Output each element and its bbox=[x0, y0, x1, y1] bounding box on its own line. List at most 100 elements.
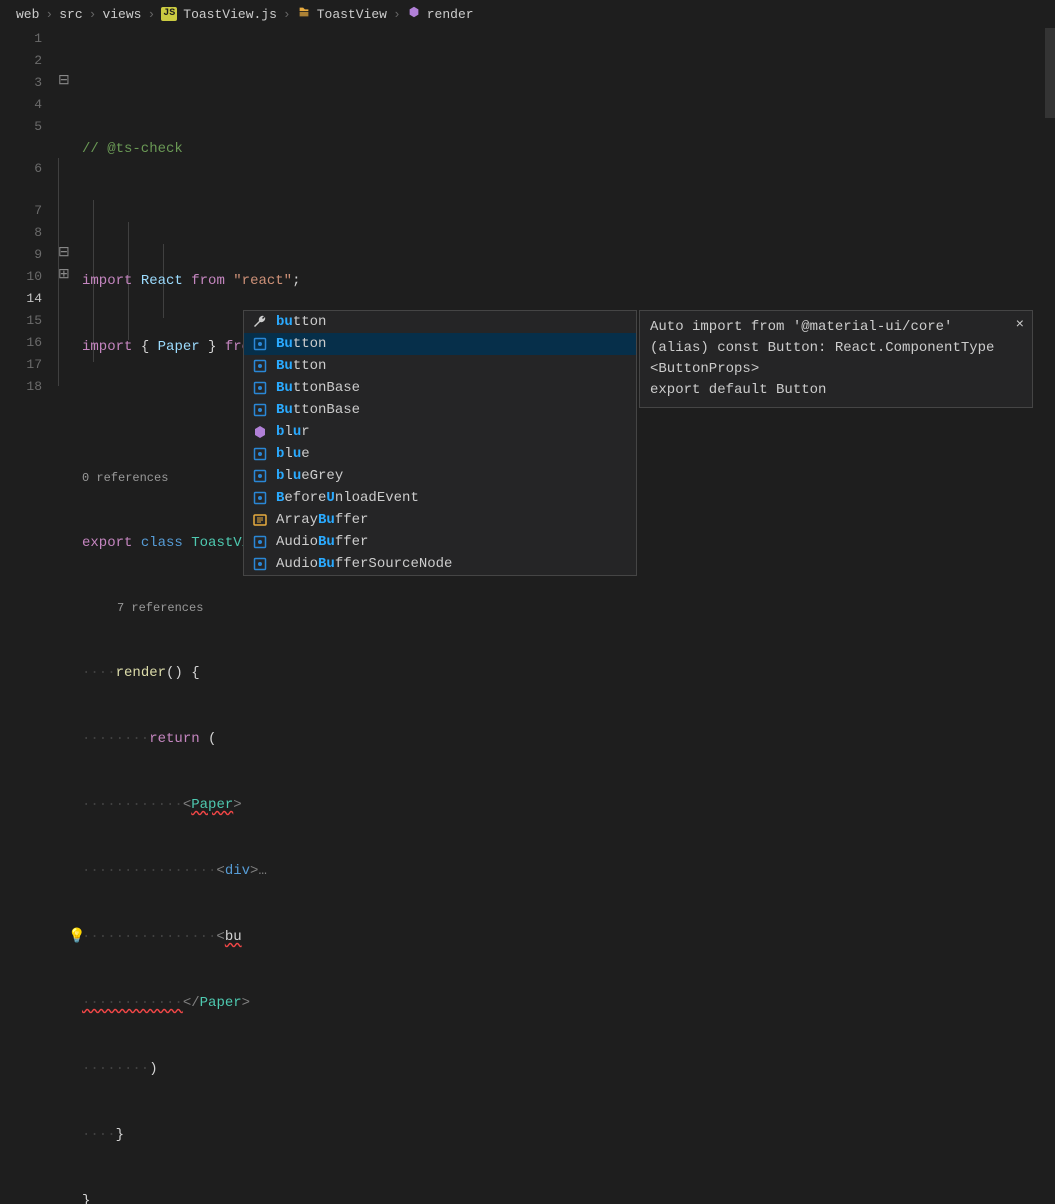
fold-collapse-icon[interactable]: ⊟ bbox=[58, 244, 70, 261]
suggestion-item[interactable]: blur bbox=[244, 421, 636, 443]
ident: Paper bbox=[158, 339, 200, 355]
punc: ) bbox=[149, 1061, 157, 1077]
brace: { bbox=[141, 339, 158, 355]
code-line: ········) bbox=[82, 1058, 1055, 1080]
suggestion-label: ButtonBase bbox=[276, 400, 628, 421]
close-icon[interactable]: × bbox=[1016, 315, 1024, 336]
line-number: 9 bbox=[0, 244, 42, 266]
kw: from bbox=[191, 273, 225, 289]
kw: import bbox=[82, 273, 132, 289]
completion-kind-icon bbox=[252, 446, 268, 462]
code-line: ············<Paper> bbox=[82, 794, 1055, 816]
jsx-tag: Paper bbox=[191, 797, 233, 813]
chevron-right-icon: › bbox=[147, 7, 155, 22]
suggestion-item[interactable]: Button bbox=[244, 355, 636, 377]
folded-indicator[interactable]: … bbox=[258, 863, 266, 879]
breadcrumb[interactable]: web › src › views › JS ToastView.js › To… bbox=[0, 0, 1055, 28]
class-symbol-icon bbox=[297, 5, 311, 23]
suggestion-label: blue bbox=[276, 444, 628, 465]
completion-kind-icon bbox=[252, 358, 268, 374]
suggestion-item[interactable]: Button bbox=[244, 333, 636, 355]
scrollbar-thumb[interactable] bbox=[1045, 28, 1055, 118]
details-line: <ButtonProps> bbox=[650, 359, 1022, 380]
suggestion-label: blur bbox=[276, 422, 628, 443]
partial-token: bu bbox=[225, 929, 242, 945]
tag-bracket: </ bbox=[183, 995, 200, 1011]
lightbulb-icon[interactable]: 💡 bbox=[68, 926, 85, 948]
tag-bracket: > bbox=[233, 797, 241, 813]
suggestion-label: Button bbox=[276, 356, 628, 377]
suggestion-item[interactable]: AudioBufferSourceNode bbox=[244, 553, 636, 575]
line-number: 18 bbox=[0, 376, 42, 398]
suggestion-item[interactable]: blueGrey bbox=[244, 465, 636, 487]
line-number: 16 bbox=[0, 332, 42, 354]
suggestion-item[interactable]: ArrayBuffer bbox=[244, 509, 636, 531]
suggestion-label: blueGrey bbox=[276, 466, 628, 487]
brace: } bbox=[200, 339, 217, 355]
suggestion-label: AudioBuffer bbox=[276, 532, 628, 553]
fold-collapse-icon[interactable]: ⊟ bbox=[58, 72, 70, 89]
line-number: 10 bbox=[0, 266, 42, 288]
code-line: import React from "react"; bbox=[82, 270, 1055, 292]
suggestion-item[interactable]: BeforeUnloadEvent bbox=[244, 487, 636, 509]
suggestion-item[interactable]: ButtonBase bbox=[244, 399, 636, 421]
string: "react" bbox=[233, 273, 292, 289]
suggestion-item[interactable]: button bbox=[244, 311, 636, 333]
crumb-method[interactable]: render bbox=[427, 7, 474, 22]
details-line: (alias) const Button: React.ComponentTyp… bbox=[650, 338, 1022, 359]
completion-kind-icon bbox=[252, 556, 268, 572]
suggestion-item[interactable]: AudioBuffer bbox=[244, 531, 636, 553]
tag-bracket: > bbox=[242, 995, 250, 1011]
vertical-scrollbar[interactable] bbox=[1041, 28, 1055, 602]
completion-kind-icon bbox=[252, 468, 268, 484]
code-line: ········return ( bbox=[82, 728, 1055, 750]
kw: import bbox=[82, 339, 132, 355]
suggestion-label: button bbox=[276, 312, 628, 333]
code-editor[interactable]: 1 2 3 4 5 6 7 8 9 10 14 15 16 17 18 // @… bbox=[0, 28, 1055, 1204]
brace: } bbox=[116, 1127, 124, 1143]
code-line: 💡················<bu bbox=[82, 926, 1055, 948]
codelens[interactable]: 7 references bbox=[82, 598, 1055, 618]
completion-kind-icon bbox=[252, 512, 268, 528]
suggestion-label: ButtonBase bbox=[276, 378, 628, 399]
fold-expand-icon[interactable]: ⊞ bbox=[58, 266, 70, 283]
completion-kind-icon bbox=[252, 424, 268, 440]
chevron-right-icon: › bbox=[45, 7, 53, 22]
line-number: 5 bbox=[0, 116, 42, 138]
line-number: 7 bbox=[0, 200, 42, 222]
line-number: 8 bbox=[0, 222, 42, 244]
completion-kind-icon bbox=[252, 336, 268, 352]
suggestion-item[interactable]: ButtonBase bbox=[244, 377, 636, 399]
suggestion-label: AudioBufferSourceNode bbox=[276, 554, 628, 575]
code-line: ················<div>… bbox=[82, 860, 1055, 882]
code-line: } bbox=[82, 1190, 1055, 1204]
kw: class bbox=[141, 535, 183, 551]
crumb-file[interactable]: ToastView.js bbox=[183, 7, 277, 22]
method-symbol-icon bbox=[407, 5, 421, 23]
code-area[interactable]: // @ts-check import React from "react"; … bbox=[58, 28, 1055, 1204]
code-line: ····render() { bbox=[82, 662, 1055, 684]
line-number: 15 bbox=[0, 310, 42, 332]
line-number: 2 bbox=[0, 50, 42, 72]
line-gutter: 1 2 3 4 5 6 7 8 9 10 14 15 16 17 18 bbox=[0, 28, 58, 1204]
jsx-tag: Paper bbox=[200, 995, 242, 1011]
brace: } bbox=[82, 1193, 90, 1204]
kw: return bbox=[149, 731, 199, 747]
completion-kind-icon bbox=[252, 314, 268, 330]
crumb-web[interactable]: web bbox=[16, 7, 39, 22]
suggestion-item[interactable]: blue bbox=[244, 443, 636, 465]
line-number: 4 bbox=[0, 94, 42, 116]
crumb-src[interactable]: src bbox=[59, 7, 82, 22]
details-line: export default Button bbox=[650, 380, 1022, 401]
crumb-views[interactable]: views bbox=[102, 7, 141, 22]
crumb-class[interactable]: ToastView bbox=[317, 7, 387, 22]
ident: React bbox=[141, 273, 183, 289]
code-line: ····} bbox=[82, 1124, 1055, 1146]
kw: export bbox=[82, 535, 132, 551]
completion-kind-icon bbox=[252, 490, 268, 506]
intellisense-popup[interactable]: buttonButtonButtonButtonBaseButtonBasebl… bbox=[243, 310, 637, 576]
completion-kind-icon bbox=[252, 402, 268, 418]
comment-text: // @ts-check bbox=[82, 141, 183, 157]
code-line bbox=[82, 204, 1055, 226]
tag-bracket: > bbox=[250, 863, 258, 879]
